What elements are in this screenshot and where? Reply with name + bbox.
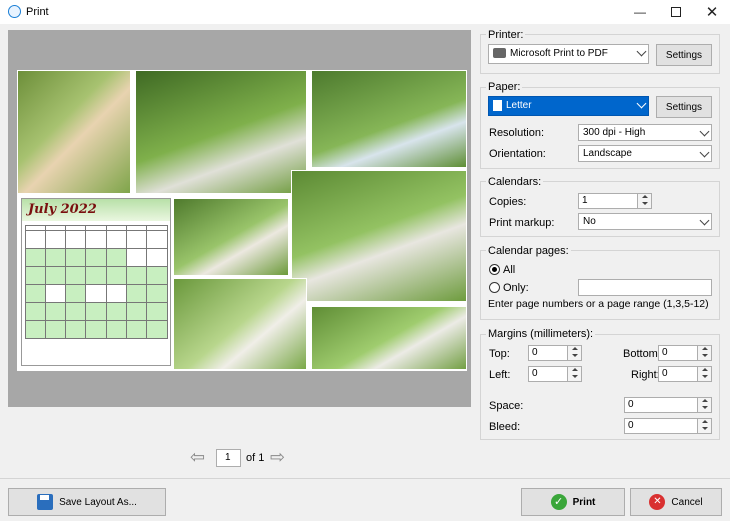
photo-girl-jumping-dog [311,70,467,168]
orientation-label: Orientation: [489,148,546,160]
window-title: Print [26,6,49,18]
resolution-label: Resolution: [489,127,545,139]
calendar-month-title: July 2022 [22,199,170,221]
page-range-input[interactable] [578,279,712,296]
page-number-input[interactable]: 1 [216,449,241,467]
page-range-hint: Enter page numbers or a page range (1,3,… [488,298,709,310]
margin-top-label: Top: [489,348,510,360]
chevron-down-icon [699,215,710,226]
chevron-down-icon [699,147,710,158]
printer-selected-value: Microsoft Print to PDF [510,48,608,59]
orientation-value: Landscape [583,148,632,159]
margin-right-stepper[interactable]: 0 [658,366,712,382]
chevron-down-icon [636,98,647,109]
print-button[interactable]: ✓ Print [521,488,625,516]
cancel-label: Cancel [671,496,703,508]
paper-icon [493,100,502,111]
printer-settings-button[interactable]: Settings [656,44,712,66]
chevron-down-icon [699,126,710,137]
spin-arrows-icon[interactable] [697,419,711,433]
app-icon [8,5,21,18]
printer-icon [493,48,506,59]
photo-girl-dog [17,70,131,194]
chevron-down-icon [636,46,647,57]
bleed-label: Bleed: [489,421,521,433]
margin-right-value: 0 [662,368,668,379]
margin-top-stepper[interactable]: 0 [528,345,582,361]
cancel-button[interactable]: ✕ Cancel [630,488,722,516]
maximize-icon[interactable] [658,0,694,24]
print-label: Print [572,496,596,508]
spin-arrows-icon[interactable] [567,367,581,381]
orientation-select[interactable]: Landscape [578,145,712,162]
all-pages-radio[interactable] [489,264,500,275]
spin-arrows-icon[interactable] [697,367,711,381]
calendar-pages-group-label: Calendar pages: [486,245,571,257]
margin-right-label: Right: [631,369,660,381]
floppy-disk-icon [37,494,54,510]
photo-playing-dog [173,278,307,370]
footer-divider [0,478,730,479]
resolution-select[interactable]: 300 dpi - High [578,124,712,141]
margin-bottom-label: Bottom: [623,348,661,360]
page-count-label: of 1 [246,452,265,464]
all-pages-label: All [503,264,516,276]
resolution-value: 300 dpi - High [583,127,646,138]
margin-bottom-value: 0 [662,347,668,358]
bleed-value: 0 [628,420,634,431]
photo-mother-daughter-dog [291,170,467,302]
spin-arrows-icon[interactable] [567,346,581,360]
print-markup-value: No [583,216,596,227]
space-stepper[interactable]: 0 [624,397,712,413]
preview-page: July 2022 [17,70,467,371]
spin-arrows-icon[interactable] [637,194,651,208]
only-pages-radio[interactable] [489,282,500,293]
margin-bottom-stepper[interactable]: 0 [658,345,712,361]
bleed-stepper[interactable]: 0 [624,418,712,434]
prev-page-arrow-icon[interactable]: ⇦ [190,448,210,466]
save-layout-label: Save Layout As... [59,496,137,508]
cancel-x-icon: ✕ [649,494,666,510]
only-pages-label: Only: [503,282,529,294]
margin-top-value: 0 [532,347,538,358]
calendar-grid [24,224,168,339]
paper-select[interactable]: Letter [488,96,649,116]
spin-arrows-icon[interactable] [697,398,711,412]
print-markup-select[interactable]: No [578,213,712,230]
printer-select[interactable]: Microsoft Print to PDF [488,44,649,64]
margin-left-value: 0 [532,368,538,379]
copies-label: Copies: [489,196,527,208]
printer-group-label: Printer: [486,29,526,41]
margins-group-label: Margins (millimeters): [486,328,596,340]
next-page-arrow-icon[interactable]: ⇨ [270,448,290,466]
margin-left-stepper[interactable]: 0 [528,366,582,382]
photo-family-dog [135,70,307,194]
photo-girl-dog-2 [173,198,289,276]
space-value: 0 [628,399,634,410]
title-bar [0,0,730,24]
photo-family-grass [311,306,467,370]
paper-group-label: Paper: [486,81,523,93]
close-icon[interactable]: ✕ [694,0,730,24]
print-markup-label: Print markup: [489,217,555,229]
space-label: Space: [489,400,524,412]
minimize-icon[interactable]: — [622,0,658,24]
spin-arrows-icon[interactable] [697,346,711,360]
save-layout-button[interactable]: Save Layout As... [8,488,166,516]
copies-value: 1 [582,195,588,206]
calendars-group-label: Calendars: [486,176,544,188]
calendar-page-preview: July 2022 [21,198,171,366]
checkmark-icon: ✓ [550,494,567,510]
paper-selected-value: Letter [506,100,532,112]
paper-settings-button[interactable]: Settings [656,96,712,118]
copies-stepper[interactable]: 1 [578,193,652,209]
margin-left-label: Left: [489,369,511,381]
